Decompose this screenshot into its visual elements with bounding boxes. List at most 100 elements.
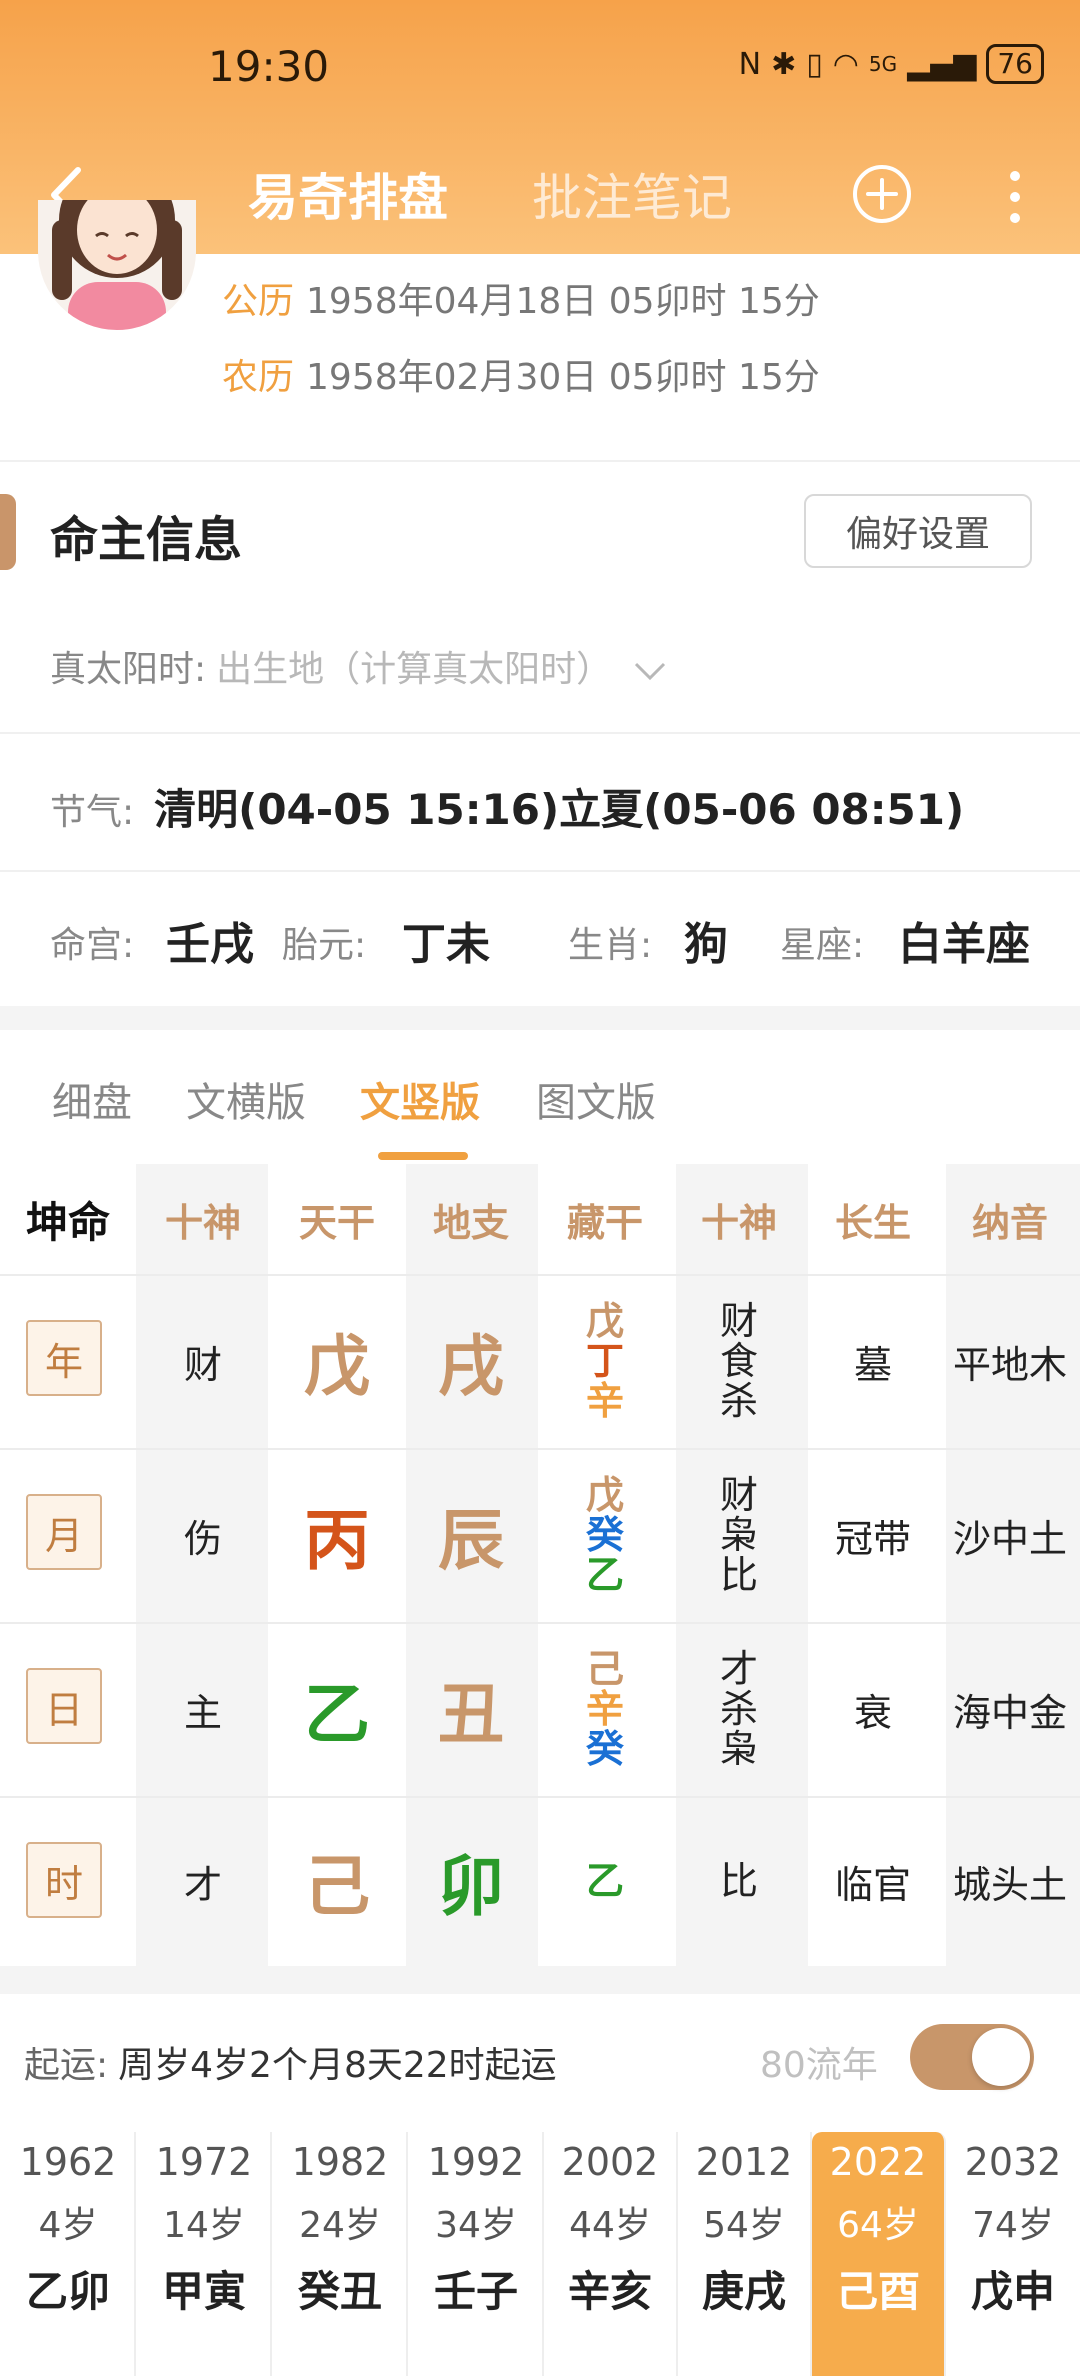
luck-item[interactable]: 2012 54岁 庚戌 (678, 2132, 812, 2376)
year-dizhi: 戌 (438, 1328, 504, 1405)
month-shishen2-2: 枭 (719, 1513, 758, 1557)
luck-ganzhi: 乙卯 (25, 2267, 110, 2316)
luck-ganzhi: 甲寅 (161, 2267, 246, 2316)
luck-item[interactable]: 1992 34岁 壬子 (410, 2132, 544, 2376)
luck-age: 34岁 (435, 2205, 517, 2246)
year-changsheng: 墓 (853, 1342, 892, 1387)
qiyun-value: 周岁4岁2个月8天22时起运 (118, 2045, 557, 2086)
luck-ganzhi: 戊申 (970, 2267, 1055, 2316)
day-canggan-2: 辛 (585, 1687, 624, 1731)
header-changsheng: 长生 (834, 1200, 911, 1245)
pillar-year-badge: 年 (26, 1320, 102, 1396)
day-changsheng: 衰 (853, 1690, 892, 1735)
active-tab-indicator (378, 1152, 468, 1160)
day-shishen2: 才 杀 枭 (672, 1622, 806, 1796)
kunming-header: 坤命 (25, 1197, 110, 1247)
day-shishen2-2: 杀 (719, 1687, 758, 1731)
month-dizhi: 辰 (438, 1502, 504, 1579)
solar-time-label: 真太阳时: (50, 649, 207, 690)
xingzuo-label: 星座: (780, 925, 865, 966)
luck-ganzhi: 壬子 (433, 2267, 518, 2316)
day-canggan-1: 己 (585, 1647, 624, 1691)
month-shishen2: 财 枭 比 (672, 1448, 806, 1622)
tab-wenhengban[interactable]: 文横版 (186, 1070, 306, 1128)
solar-date-row: 公历 1958年04月18日 05卯时 15分 (222, 272, 820, 324)
toggle-knob (972, 2028, 1030, 2086)
luck-item[interactable]: 1962 4岁 乙卯 (2, 2132, 136, 2376)
liunian-label: 80流年 (760, 2045, 878, 2086)
hour-dizhi: 卯 (438, 1848, 504, 1925)
luck-ganzhi: 己酉 (835, 2267, 920, 2316)
pillar-day-badge: 日 (26, 1668, 102, 1744)
month-canggan: 戊 癸 乙 (538, 1448, 672, 1622)
month-nayin: 沙中土 (952, 1516, 1067, 1561)
luck-item[interactable]: 1972 14岁 甲寅 (138, 2132, 272, 2376)
section-gap (0, 1006, 1080, 1030)
shengxiao-label: 生肖: (568, 925, 653, 966)
header-shishen: 十神 (164, 1200, 241, 1245)
jieqi-value: 清明(04-05 15:16)立夏(05-06 08:51) (154, 785, 965, 834)
tab-wenshuban[interactable]: 文竖版 (360, 1070, 480, 1128)
luck-age: 44岁 (569, 2205, 651, 2246)
hour-changsheng: 临官 (834, 1862, 911, 1907)
hour-shishen: 才 (183, 1862, 222, 1907)
year-canggan-1: 戊 (585, 1299, 624, 1343)
header-shishen2: 十神 (700, 1200, 777, 1245)
hour-nayin: 城头土 (952, 1862, 1067, 1907)
year-canggan-3: 辛 (585, 1379, 624, 1423)
qiyun-row: 起运: 周岁4岁2个月8天22时起运 (24, 2036, 557, 2088)
year-shishen2: 财 食 杀 (672, 1274, 806, 1448)
luck-year: 1992 (427, 2140, 525, 2184)
tab-yiqi-paipan[interactable]: 易奇排盘 (248, 158, 448, 230)
luck-year: 2022 (829, 2140, 927, 2184)
jieqi-label: 节气: (50, 792, 135, 833)
xingzuo-value: 白羊座 (898, 919, 1030, 970)
divider (0, 870, 1080, 872)
luck-age: 74岁 (972, 2205, 1054, 2246)
year-canggan-2: 丁 (585, 1339, 624, 1383)
header-nayin: 纳音 (971, 1200, 1048, 1245)
header-dizhi: 地支 (432, 1200, 509, 1245)
month-canggan-1: 戊 (585, 1473, 624, 1517)
day-tiangan: 乙 (304, 1676, 370, 1753)
luck-ganzhi: 辛亥 (567, 2267, 652, 2316)
tab-xipan[interactable]: 细盘 (52, 1070, 132, 1128)
solar-time-row[interactable]: 真太阳时: 出生地（计算真太阳时） (50, 640, 670, 692)
add-icon[interactable] (850, 162, 914, 226)
avatar[interactable] (38, 200, 196, 330)
liunian-toggle[interactable] (910, 2024, 1034, 2090)
preference-settings-button[interactable]: 偏好设置 (804, 494, 1032, 568)
luck-item[interactable]: 2032 74岁 戊申 (946, 2132, 1080, 2376)
tab-tuwenban[interactable]: 图文版 (536, 1070, 656, 1128)
luck-year: 2002 (561, 2140, 659, 2184)
luck-year: 2032 (964, 2140, 1062, 2184)
year-shishen2-3: 杀 (719, 1379, 758, 1423)
luck-item[interactable]: 2002 44岁 辛亥 (544, 2132, 678, 2376)
day-canggan-3: 癸 (585, 1727, 624, 1771)
divider (0, 460, 1080, 462)
luck-year: 1972 (155, 2140, 253, 2184)
month-tiangan: 丙 (304, 1502, 370, 1579)
header-canggan: 藏干 (566, 1200, 643, 1245)
header-tiangan: 天干 (298, 1200, 375, 1245)
luck-item[interactable]: 1982 24岁 癸丑 (274, 2132, 408, 2376)
luck-age: 4岁 (38, 2205, 98, 2246)
network-label: 5G (868, 52, 898, 76)
solar-time-value: 出生地（计算真太阳时） (216, 649, 613, 690)
minggong-value: 壬戌 (166, 919, 254, 970)
day-shishen2-1: 才 (719, 1647, 758, 1691)
lunar-date: 1958年02月30日 05卯时 15分 (306, 357, 820, 398)
status-bar: 19:30 N ✱ ▯ ◠ 5G ▂▄▆ 76 (0, 0, 1080, 140)
luck-year: 2012 (695, 2140, 793, 2184)
solar-date: 1958年04月18日 05卯时 15分 (306, 281, 820, 322)
minggong-label: 命宫: (50, 925, 135, 966)
more-vertical-icon[interactable] (1000, 162, 1030, 232)
day-shishen2-3: 枭 (719, 1727, 758, 1771)
luck-ganzhi: 庚戌 (701, 2267, 786, 2316)
tab-annotation-notes[interactable]: 批注笔记 (532, 158, 732, 230)
nfc-icon: N (738, 46, 762, 82)
jieqi-row: 节气: 清明(04-05 15:16)立夏(05-06 08:51) (50, 776, 964, 837)
year-canggan: 戊 丁 辛 (538, 1274, 672, 1448)
status-time: 19:30 (208, 42, 330, 91)
luck-item-current[interactable]: 2022 64岁 己酉 (812, 2132, 946, 2376)
